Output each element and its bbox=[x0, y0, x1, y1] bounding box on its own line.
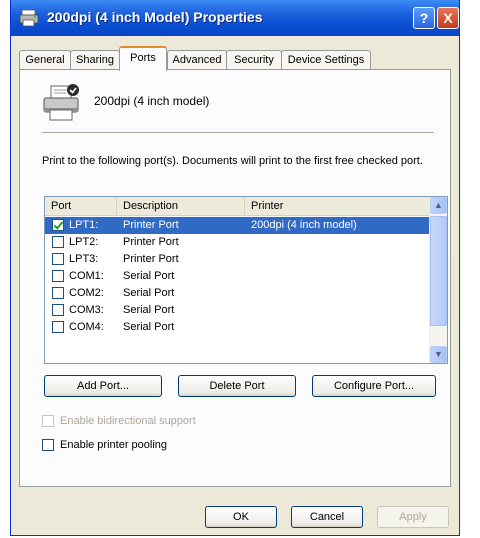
port-name: COM2: bbox=[69, 287, 104, 299]
tab-device-settings[interactable]: Device Settings bbox=[281, 50, 371, 70]
tab-security[interactable]: Security bbox=[226, 50, 282, 70]
ok-button[interactable]: OK bbox=[205, 506, 277, 528]
port-checkbox[interactable] bbox=[52, 304, 64, 316]
printer-pooling-checkbox[interactable] bbox=[42, 439, 54, 451]
printer-name: 200dpi (4 inch model) bbox=[94, 94, 210, 108]
port-checkbox[interactable] bbox=[52, 219, 64, 231]
port-row-com1[interactable]: COM1: Serial Port bbox=[45, 268, 431, 285]
port-name: LPT2: bbox=[69, 236, 99, 248]
bidirectional-checkbox bbox=[42, 415, 54, 427]
cancel-button[interactable]: Cancel bbox=[291, 506, 363, 528]
printer-pooling-label[interactable]: Enable printer pooling bbox=[60, 438, 167, 452]
port-description: Printer Port bbox=[123, 253, 179, 265]
port-description: Printer Port bbox=[123, 236, 179, 248]
vertical-scrollbar[interactable]: ▲ ▼ bbox=[429, 197, 447, 363]
port-row-lpt1[interactable]: LPT1: Printer Port 200dpi (4 inch model) bbox=[45, 217, 431, 234]
column-header-printer[interactable]: Printer bbox=[245, 197, 431, 215]
port-checkbox[interactable] bbox=[52, 321, 64, 333]
port-checkbox[interactable] bbox=[52, 270, 64, 282]
port-checkbox[interactable] bbox=[52, 236, 64, 248]
delete-port-button[interactable]: Delete Port bbox=[178, 375, 296, 397]
port-printer: 200dpi (4 inch model) bbox=[251, 219, 357, 231]
apply-button[interactable]: Apply bbox=[377, 506, 449, 528]
port-description: Serial Port bbox=[123, 304, 175, 316]
divider bbox=[42, 132, 434, 134]
properties-dialog: 200dpi (4 inch Model) Properties ? X Gen… bbox=[10, 0, 460, 536]
title-bar[interactable]: 200dpi (4 inch Model) Properties ? X bbox=[11, 0, 459, 36]
bidirectional-label: Enable bidirectional support bbox=[60, 415, 196, 427]
port-checkbox[interactable] bbox=[52, 287, 64, 299]
port-row-lpt2[interactable]: LPT2: Printer Port bbox=[45, 234, 431, 251]
tab-sharing[interactable]: Sharing bbox=[70, 50, 120, 70]
port-row-com4[interactable]: COM4: Serial Port bbox=[45, 319, 431, 336]
port-list[interactable]: Port Description Printer LPT1: Printer P… bbox=[44, 196, 448, 364]
help-button[interactable]: ? bbox=[413, 7, 435, 29]
port-description: Serial Port bbox=[123, 270, 175, 282]
port-description: Serial Port bbox=[123, 321, 175, 333]
printer-icon bbox=[43, 84, 79, 121]
close-button[interactable]: X bbox=[437, 7, 459, 29]
tab-ports[interactable]: Ports bbox=[119, 46, 167, 71]
instruction-text: Print to the following port(s). Document… bbox=[42, 155, 423, 167]
port-name: LPT3: bbox=[69, 253, 99, 265]
port-checkbox[interactable] bbox=[52, 253, 64, 265]
port-name: COM1: bbox=[69, 270, 104, 282]
printer-icon bbox=[19, 9, 39, 27]
list-header: Port Description Printer bbox=[45, 197, 431, 216]
tab-advanced[interactable]: Advanced bbox=[167, 50, 227, 70]
port-name: COM4: bbox=[69, 321, 104, 333]
add-port-button[interactable]: Add Port... bbox=[44, 375, 162, 397]
configure-port-button[interactable]: Configure Port... bbox=[312, 375, 436, 397]
window-title: 200dpi (4 inch Model) Properties bbox=[47, 9, 263, 25]
port-description: Printer Port bbox=[123, 219, 179, 231]
ports-panel: 200dpi (4 inch model) Print to the follo… bbox=[19, 69, 451, 487]
scroll-thumb[interactable] bbox=[430, 216, 447, 326]
port-row-lpt3[interactable]: LPT3: Printer Port bbox=[45, 251, 431, 268]
port-row-com3[interactable]: COM3: Serial Port bbox=[45, 302, 431, 319]
port-name: COM3: bbox=[69, 304, 104, 316]
port-row-com2[interactable]: COM2: Serial Port bbox=[45, 285, 431, 302]
tab-general[interactable]: General bbox=[19, 50, 71, 70]
port-name: LPT1: bbox=[69, 219, 99, 231]
scroll-up-icon[interactable]: ▲ bbox=[430, 197, 447, 214]
port-description: Serial Port bbox=[123, 287, 175, 299]
column-header-description[interactable]: Description bbox=[117, 197, 245, 215]
column-header-port[interactable]: Port bbox=[45, 197, 117, 215]
scroll-down-icon[interactable]: ▼ bbox=[430, 346, 447, 363]
